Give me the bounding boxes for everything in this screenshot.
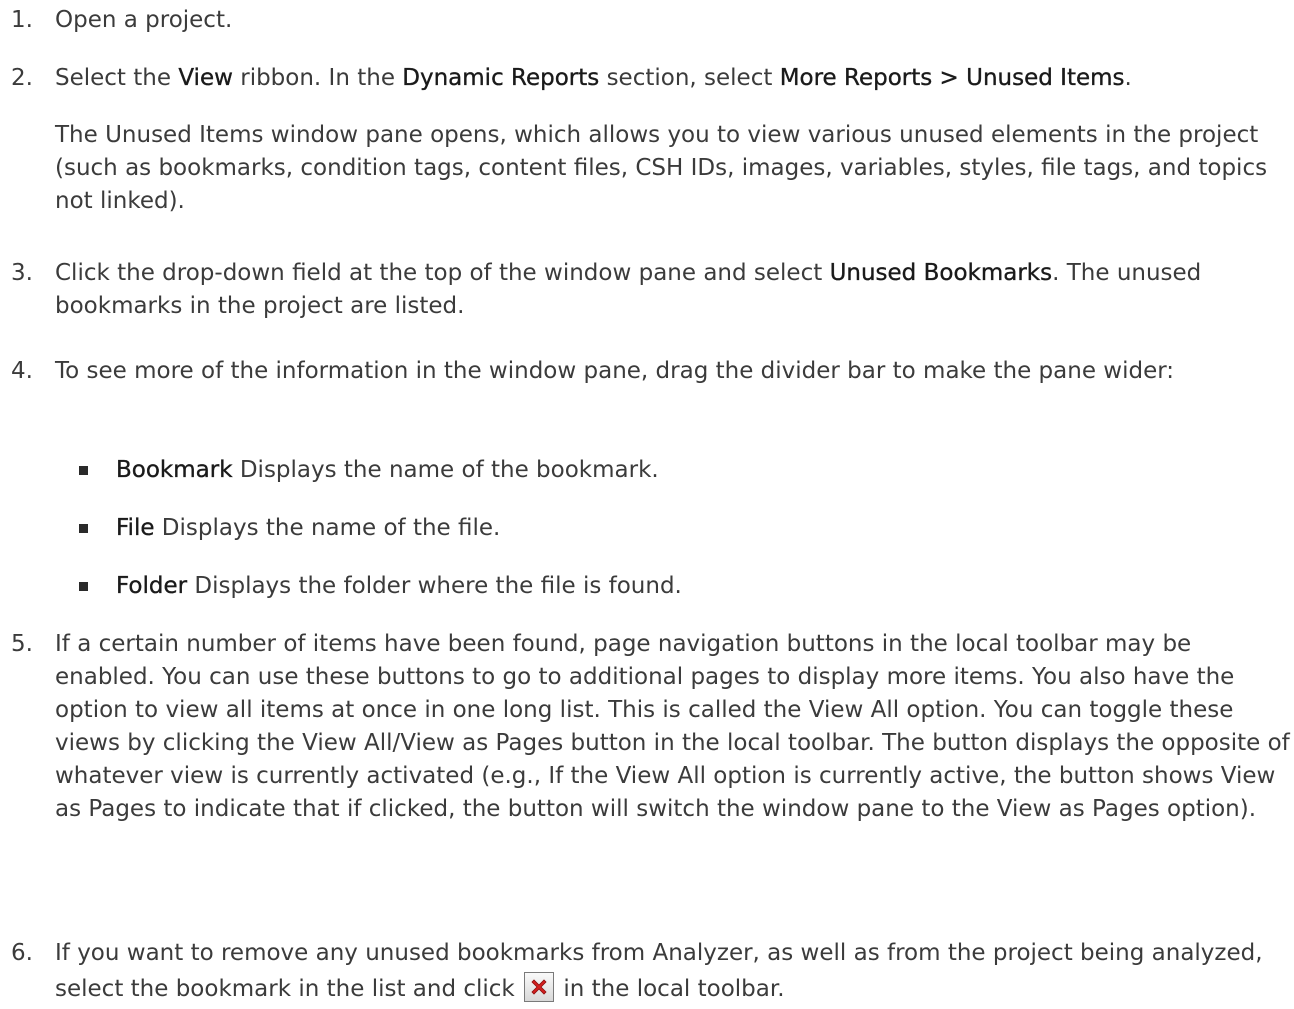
ui-term-view: View [178,65,233,91]
step-number: 6. [11,940,33,966]
bullet-item: Folder Displays the folder where the fil… [79,570,1279,603]
step-number: 5. [11,631,33,657]
step-1: 1. Open a project. [0,4,1294,37]
bullet-term: File [116,515,155,541]
step-2-paragraph: The Unused Items window pane opens, whic… [55,122,1268,214]
bullet-square-icon [79,582,88,591]
step-number: 2. [11,65,33,91]
step-text: Open a project. [55,7,233,33]
bullet-description: Displays the folder where the file is fo… [187,573,682,599]
step-number: 1. [11,7,33,33]
bullet-square-icon [79,466,88,475]
step-text: If a certain number of items have been f… [55,631,1290,822]
step-4: 4. To see more of the information in the… [0,355,1294,388]
step-text: If you want to remove any unused bookmar… [55,940,1263,1002]
bullet-description: Displays the name of the file. [154,515,501,541]
ui-term-unused-bookmarks: Unused Bookmarks [829,260,1053,286]
bullet-term: Folder [116,573,188,599]
ui-term-more-reports: More Reports > Unused Items [779,65,1125,91]
step-text: To see more of the information in the wi… [55,358,1175,384]
bullet-item: File Displays the name of the file. [79,512,1279,545]
bullet-description: Displays the name of the bookmark. [232,457,659,483]
step-2: 2. Select the View ribbon. In the Dynami… [0,62,1294,95]
step-text: Click the drop-down field at the top of … [55,260,1202,319]
bullet-item: Bookmark Displays the name of the bookma… [79,454,1279,487]
document-page: 1. Open a project. 2. Select the View ri… [0,0,1294,1009]
ui-term-dynamic-reports: Dynamic Reports [402,65,600,91]
step-number: 4. [11,358,33,384]
step-6: 6. If you want to remove any unused book… [0,935,1294,1007]
step-number: 3. [11,260,33,286]
step-text: Select the View ribbon. In the Dynamic R… [55,65,1132,91]
bullet-term: Bookmark [116,457,233,483]
step-5: 5. If a certain number of items have bee… [0,628,1294,826]
delete-x-icon [524,972,555,1002]
step-3: 3. Click the drop-down field at the top … [0,257,1294,323]
bullet-square-icon [79,524,88,533]
